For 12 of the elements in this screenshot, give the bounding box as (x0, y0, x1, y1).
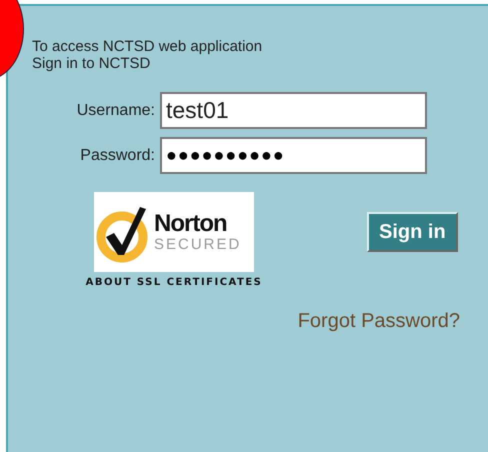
intro-text: Sign in to NCTSD (32, 55, 152, 72)
ssl-link[interactable]: ABOUT SSL CERTIFICATES (86, 277, 262, 288)
secured-text: SECURED (154, 237, 242, 253)
norton-seal[interactable]: Norton SECURED (94, 192, 254, 272)
field-label: Username: (76, 102, 156, 120)
field-label: Password: (79, 146, 156, 164)
input-field[interactable]: test01 (160, 92, 427, 129)
forgot-password-link[interactable]: Forgot Password? (298, 310, 460, 333)
brand-text: Norton (154, 211, 227, 237)
sign-in-button[interactable]: Sign in (367, 212, 458, 252)
intro-text: To access NCTSD web application (32, 38, 264, 55)
input-field[interactable]: ●●●●●●●●●● (160, 137, 427, 174)
